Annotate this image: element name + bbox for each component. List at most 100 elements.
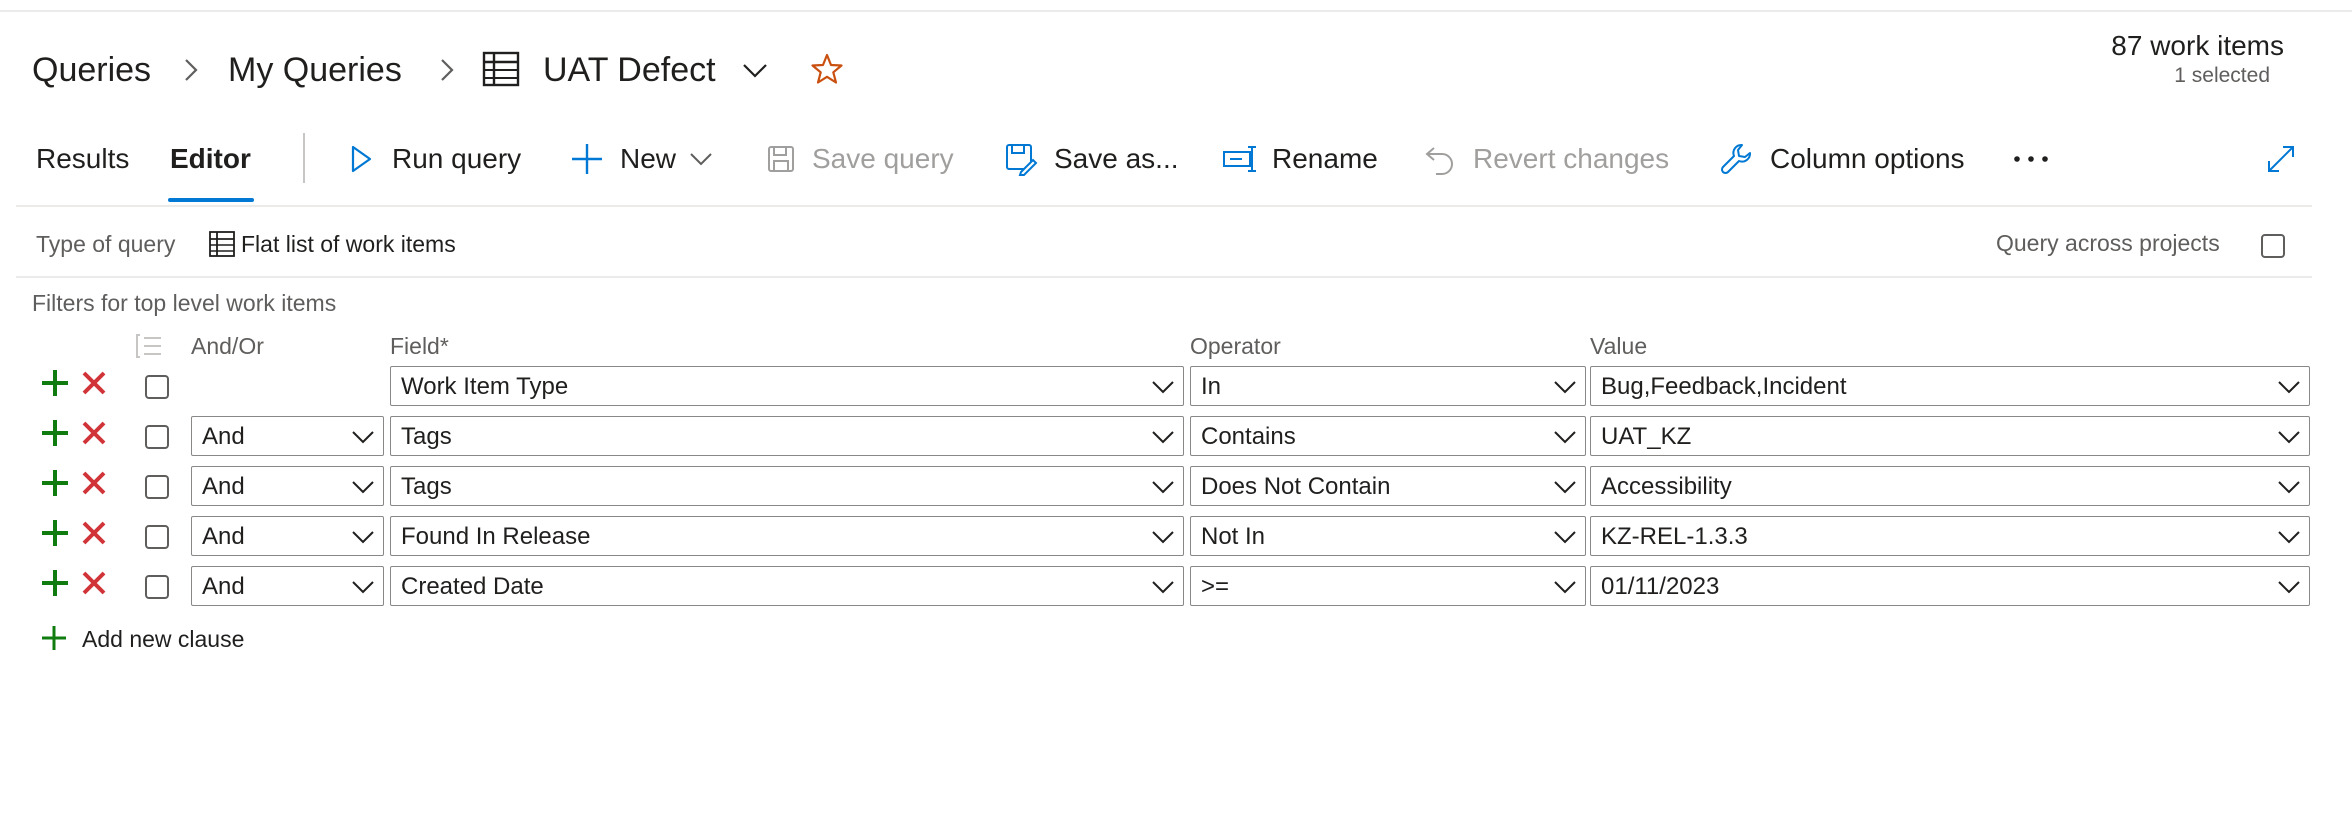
andor-select[interactable]: And xyxy=(191,466,384,506)
run-query-button[interactable]: Run query xyxy=(392,142,521,176)
value-select[interactable]: 01/11/2023 xyxy=(1590,566,2310,606)
add-clause-icon[interactable] xyxy=(40,368,70,398)
add-clause-icon[interactable] xyxy=(40,418,70,448)
chevron-down-icon xyxy=(2277,376,2301,398)
field-select[interactable]: Tags xyxy=(390,466,1184,506)
rename-icon xyxy=(1222,144,1258,174)
chevron-down-icon xyxy=(351,426,375,448)
section-separator xyxy=(16,276,2312,278)
table-icon xyxy=(208,230,236,258)
add-clause-icon[interactable] xyxy=(40,468,70,498)
tab-editor[interactable]: Editor xyxy=(170,142,251,176)
chevron-down-icon xyxy=(351,476,375,498)
delete-clause-icon[interactable] xyxy=(81,470,107,496)
table-icon xyxy=(482,50,520,88)
chevron-down-icon xyxy=(2277,576,2301,598)
query-type-label: Type of query xyxy=(36,231,176,257)
star-icon[interactable] xyxy=(810,52,844,86)
clause-checkbox[interactable] xyxy=(145,525,169,549)
undo-icon xyxy=(1424,142,1456,176)
breadcrumb-my-queries[interactable]: My Queries xyxy=(228,48,402,92)
chevron-down-icon xyxy=(351,526,375,548)
revert-changes-button[interactable]: Revert changes xyxy=(1473,142,1669,176)
column-options-button[interactable]: Column options xyxy=(1770,142,1965,176)
toolbar-separator xyxy=(16,205,2312,207)
save-query-button[interactable]: Save query xyxy=(812,142,954,176)
save-as-button[interactable]: Save as... xyxy=(1054,142,1179,176)
save-as-icon xyxy=(1004,142,1038,176)
chevron-right-icon xyxy=(176,50,206,90)
rename-button[interactable]: Rename xyxy=(1272,142,1378,176)
query-title: UAT Defect xyxy=(543,51,716,89)
add-new-clause-button[interactable]: Add new clause xyxy=(82,625,244,653)
new-button[interactable]: New xyxy=(620,142,676,176)
query-across-projects-checkbox[interactable] xyxy=(2261,234,2285,258)
chevron-down-icon xyxy=(1553,376,1577,398)
save-icon xyxy=(766,144,796,174)
group-clauses-icon[interactable] xyxy=(134,332,164,360)
chevron-down-icon xyxy=(1553,476,1577,498)
filters-title: Filters for top level work items xyxy=(32,290,337,316)
value-select[interactable]: UAT_KZ xyxy=(1590,416,2310,456)
andor-select[interactable]: And xyxy=(191,566,384,606)
field-select[interactable]: Found In Release xyxy=(390,516,1184,556)
chevron-down-icon xyxy=(1151,526,1175,548)
chevron-down-icon xyxy=(1151,476,1175,498)
delete-clause-icon[interactable] xyxy=(81,520,107,546)
query-type-selector[interactable]: Flat list of work items xyxy=(241,230,456,258)
chevron-down-icon xyxy=(2277,426,2301,448)
column-header-operator: Operator xyxy=(1190,333,1281,359)
delete-clause-icon[interactable] xyxy=(81,370,107,396)
chevron-down-icon xyxy=(1553,526,1577,548)
operator-select[interactable]: Contains xyxy=(1190,416,1586,456)
work-item-count: 87 work items xyxy=(2111,30,2284,61)
query-across-projects-label: Query across projects xyxy=(1996,230,2220,256)
top-border xyxy=(0,10,2352,12)
field-select[interactable]: Work Item Type xyxy=(390,366,1184,406)
expand-icon[interactable] xyxy=(2266,144,2296,174)
operator-select[interactable]: >= xyxy=(1190,566,1586,606)
column-header-value: Value xyxy=(1590,333,1648,359)
andor-select[interactable]: And xyxy=(191,416,384,456)
andor-select[interactable]: And xyxy=(191,516,384,556)
clause-checkbox[interactable] xyxy=(145,575,169,599)
column-header-field: Field* xyxy=(390,333,449,359)
add-clause-icon[interactable] xyxy=(40,568,70,598)
delete-clause-icon[interactable] xyxy=(81,420,107,446)
selected-count: 1 selected xyxy=(2174,64,2270,87)
operator-select[interactable]: Does Not Contain xyxy=(1190,466,1586,506)
operator-select[interactable]: Not In xyxy=(1190,516,1586,556)
chevron-right-icon xyxy=(432,50,462,90)
breadcrumb-queries[interactable]: Queries xyxy=(32,48,151,92)
add-clause-icon[interactable] xyxy=(40,518,70,548)
chevron-down-icon xyxy=(1151,576,1175,598)
active-tab-indicator xyxy=(168,198,254,202)
toolbar-divider xyxy=(303,133,305,183)
value-select[interactable]: Bug,Feedback,Incident xyxy=(1590,366,2310,406)
chevron-down-icon[interactable] xyxy=(688,148,714,170)
value-select[interactable]: Accessibility xyxy=(1590,466,2310,506)
chevron-down-icon xyxy=(1553,426,1577,448)
wrench-icon xyxy=(1720,142,1754,176)
value-select[interactable]: KZ-REL-1.3.3 xyxy=(1590,516,2310,556)
plus-icon xyxy=(570,142,604,176)
clause-checkbox[interactable] xyxy=(145,375,169,399)
field-select[interactable]: Created Date xyxy=(390,566,1184,606)
chevron-down-icon xyxy=(351,576,375,598)
chevron-down-icon[interactable] xyxy=(740,58,770,82)
chevron-down-icon xyxy=(2277,526,2301,548)
column-header-andor: And/Or xyxy=(191,333,264,359)
add-clause-icon[interactable] xyxy=(40,624,68,652)
operator-select[interactable]: In xyxy=(1190,366,1586,406)
chevron-down-icon xyxy=(2277,476,2301,498)
clause-checkbox[interactable] xyxy=(145,475,169,499)
field-select[interactable]: Tags xyxy=(390,416,1184,456)
chevron-down-icon xyxy=(1553,576,1577,598)
chevron-down-icon xyxy=(1151,376,1175,398)
play-icon xyxy=(348,144,374,174)
chevron-down-icon xyxy=(1151,426,1175,448)
delete-clause-icon[interactable] xyxy=(81,570,107,596)
clause-checkbox[interactable] xyxy=(145,425,169,449)
tab-results[interactable]: Results xyxy=(36,142,129,176)
more-options-icon[interactable] xyxy=(2012,152,2050,166)
